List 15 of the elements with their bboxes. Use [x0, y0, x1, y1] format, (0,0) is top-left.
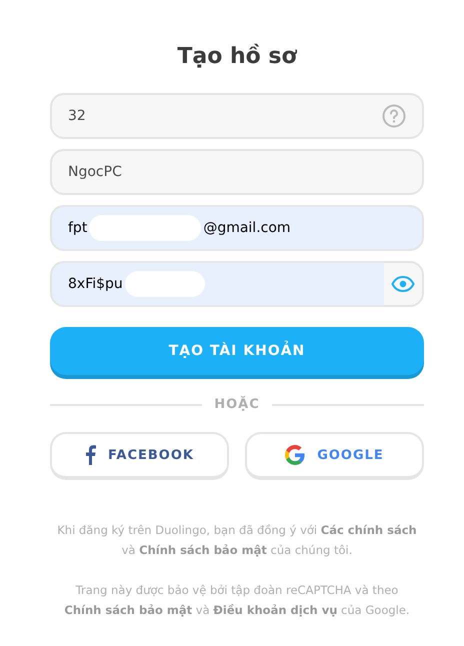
- eye-icon[interactable]: [391, 275, 415, 293]
- password-field[interactable]: 8xFi$pu: [50, 261, 424, 307]
- eye-icon-area[interactable]: [384, 263, 422, 305]
- google-button[interactable]: GOOGLE: [245, 432, 424, 480]
- facebook-button[interactable]: FACEBOOK: [50, 432, 229, 480]
- legal-notice: Trang này được bảo vệ bởi tập đoàn reCAPTCHA và theo Chính sách bảo mật và Điều khoản dịch vụ của Google.: [63, 582, 411, 619]
- facebook-icon: [85, 445, 96, 465]
- email-field[interactable]: fpt @gmail.com: [50, 205, 424, 251]
- divider-label: HOẶC: [214, 397, 260, 412]
- legal-notice: Khi đăng ký trên Duolingo, bạn đã đồng ý với Các chính sách và Chính sách bảo mật của chúng tôi.: [56, 522, 418, 559]
- page-title: Tạo hồ sơ: [176, 44, 298, 69]
- age-field[interactable]: 32: [50, 93, 424, 139]
- help-icon[interactable]: [382, 104, 406, 128]
- name-field[interactable]: NgocPC: [50, 149, 424, 195]
- google-icon: [285, 445, 306, 465]
